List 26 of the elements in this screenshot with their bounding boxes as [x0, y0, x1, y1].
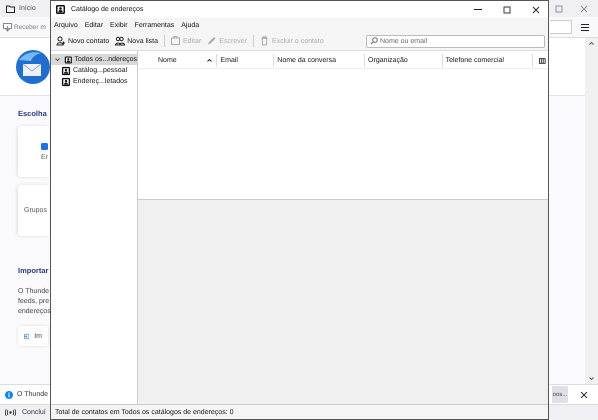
signal-icon	[5, 409, 16, 416]
mail-icon	[41, 142, 48, 150]
address-book-icon	[61, 76, 71, 86]
import-icon	[24, 332, 30, 340]
info-icon	[5, 390, 13, 398]
close-icon[interactable]	[532, 6, 540, 14]
address-book-icon	[55, 4, 66, 15]
pencil-icon	[207, 36, 218, 46]
maximize-icon[interactable]	[503, 6, 511, 14]
thunderbird-logo-icon	[14, 48, 52, 86]
address-book-icon	[61, 66, 71, 76]
menu-icon[interactable]	[581, 24, 589, 30]
download-icon	[3, 22, 12, 32]
add-person-icon	[56, 36, 66, 46]
card-icon	[170, 36, 181, 46]
address-book-icon	[64, 54, 72, 64]
search-icon	[370, 37, 378, 45]
chevron-icon[interactable]	[54, 57, 60, 62]
scroll-up-icon[interactable]	[589, 42, 594, 45]
people-icon	[115, 36, 126, 46]
trash-icon	[260, 36, 270, 46]
close-icon[interactable]	[580, 390, 588, 398]
search-field[interactable]	[550, 20, 572, 34]
scroll-down-icon[interactable]	[589, 377, 594, 380]
folder-icon	[6, 4, 15, 12]
column-picker-icon[interactable]	[537, 58, 548, 64]
